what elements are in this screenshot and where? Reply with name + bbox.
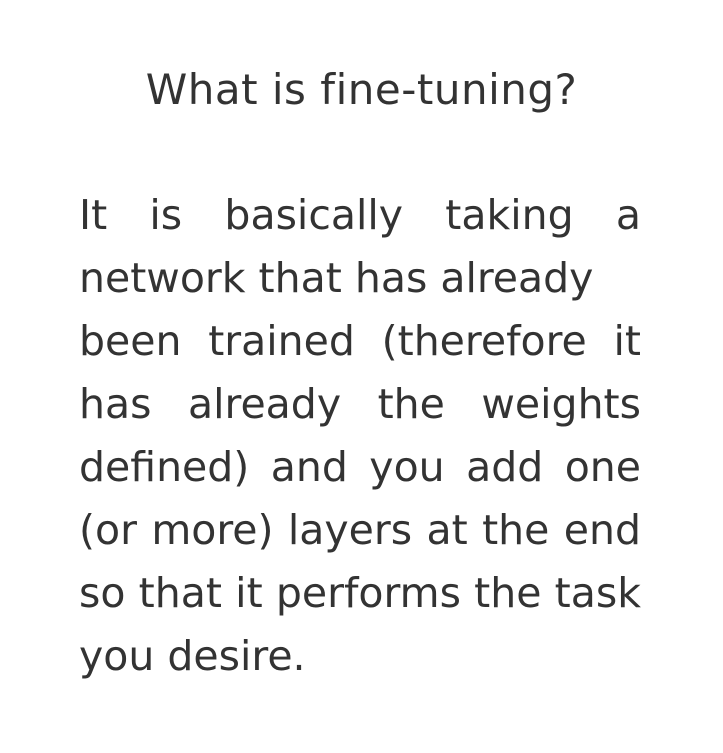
paragraph-line: It is basically taking a — [79, 191, 641, 239]
paragraph-line: been trained (therefore it — [79, 317, 641, 365]
body-paragraph: It is basically taking a network that ha… — [79, 184, 641, 688]
paragraph-line: network that has already — [79, 254, 594, 302]
paragraph-line: has already the weights — [79, 380, 641, 428]
paragraph-line: you desire. — [79, 632, 306, 680]
page-title: What is fine-tuning? — [145, 65, 578, 114]
paragraph-line: defined) and you add one — [79, 443, 641, 491]
paragraph-line: (or more) layers at the end — [79, 506, 641, 554]
paragraph-line: so that it performs the task — [79, 569, 641, 617]
